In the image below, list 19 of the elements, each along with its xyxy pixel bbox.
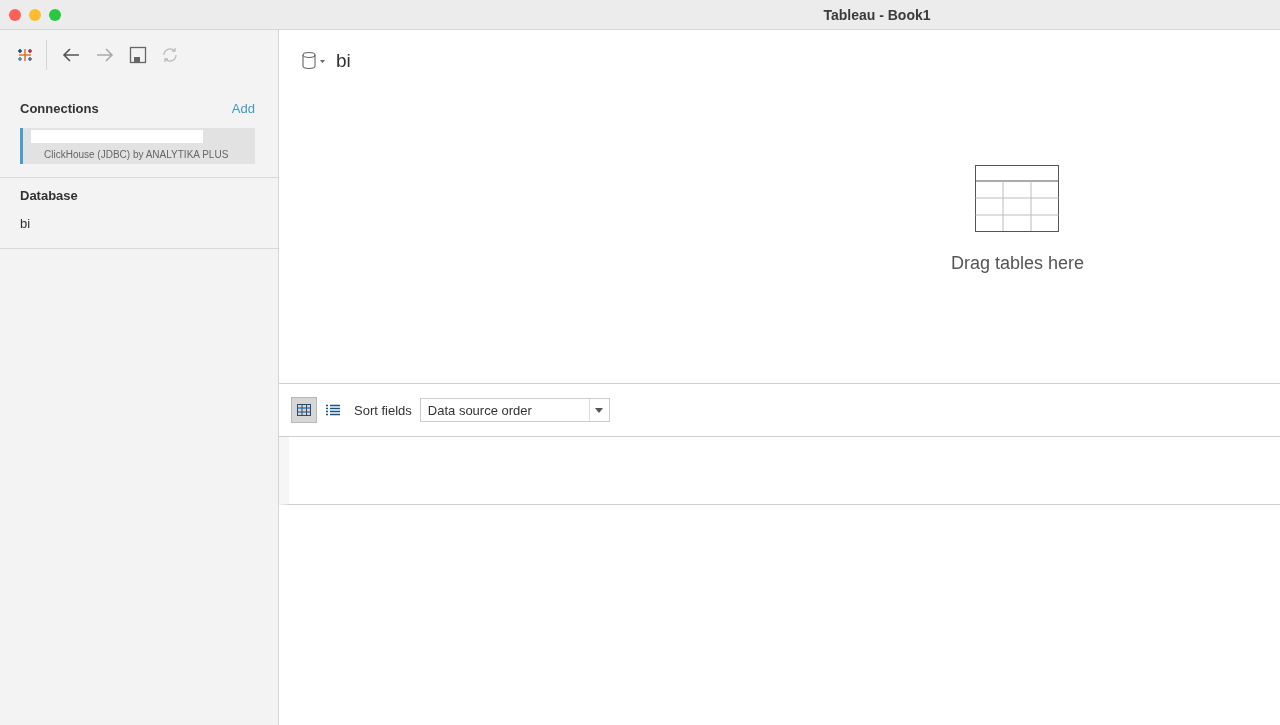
back-arrow-icon[interactable] (61, 46, 81, 64)
table-icon (975, 165, 1060, 233)
window-title: Tableau - Book1 (822, 6, 932, 23)
drop-hint: Drag tables here (950, 253, 1085, 274)
database-name[interactable]: bi (20, 216, 258, 231)
connections-heading: Connections (20, 101, 99, 116)
sort-fields-label: Sort fields (354, 402, 412, 418)
grid-view-button[interactable] (291, 397, 317, 423)
database-heading: Database (20, 188, 79, 203)
connection-item[interactable]: ClickHouse (JDBC) by ANALYTIKA PLUS (20, 128, 255, 164)
logo-icon[interactable] (16, 46, 34, 64)
close-button[interactable] (9, 8, 21, 21)
sort-fields-dropdown[interactable]: Data source order (419, 398, 610, 422)
save-icon[interactable] (129, 46, 147, 64)
database-dropdown-icon[interactable] (301, 51, 327, 71)
list-icon (326, 404, 340, 416)
datasource-name[interactable]: bi (336, 50, 351, 72)
caret-icon (595, 407, 604, 413)
grid-icon (297, 404, 311, 416)
